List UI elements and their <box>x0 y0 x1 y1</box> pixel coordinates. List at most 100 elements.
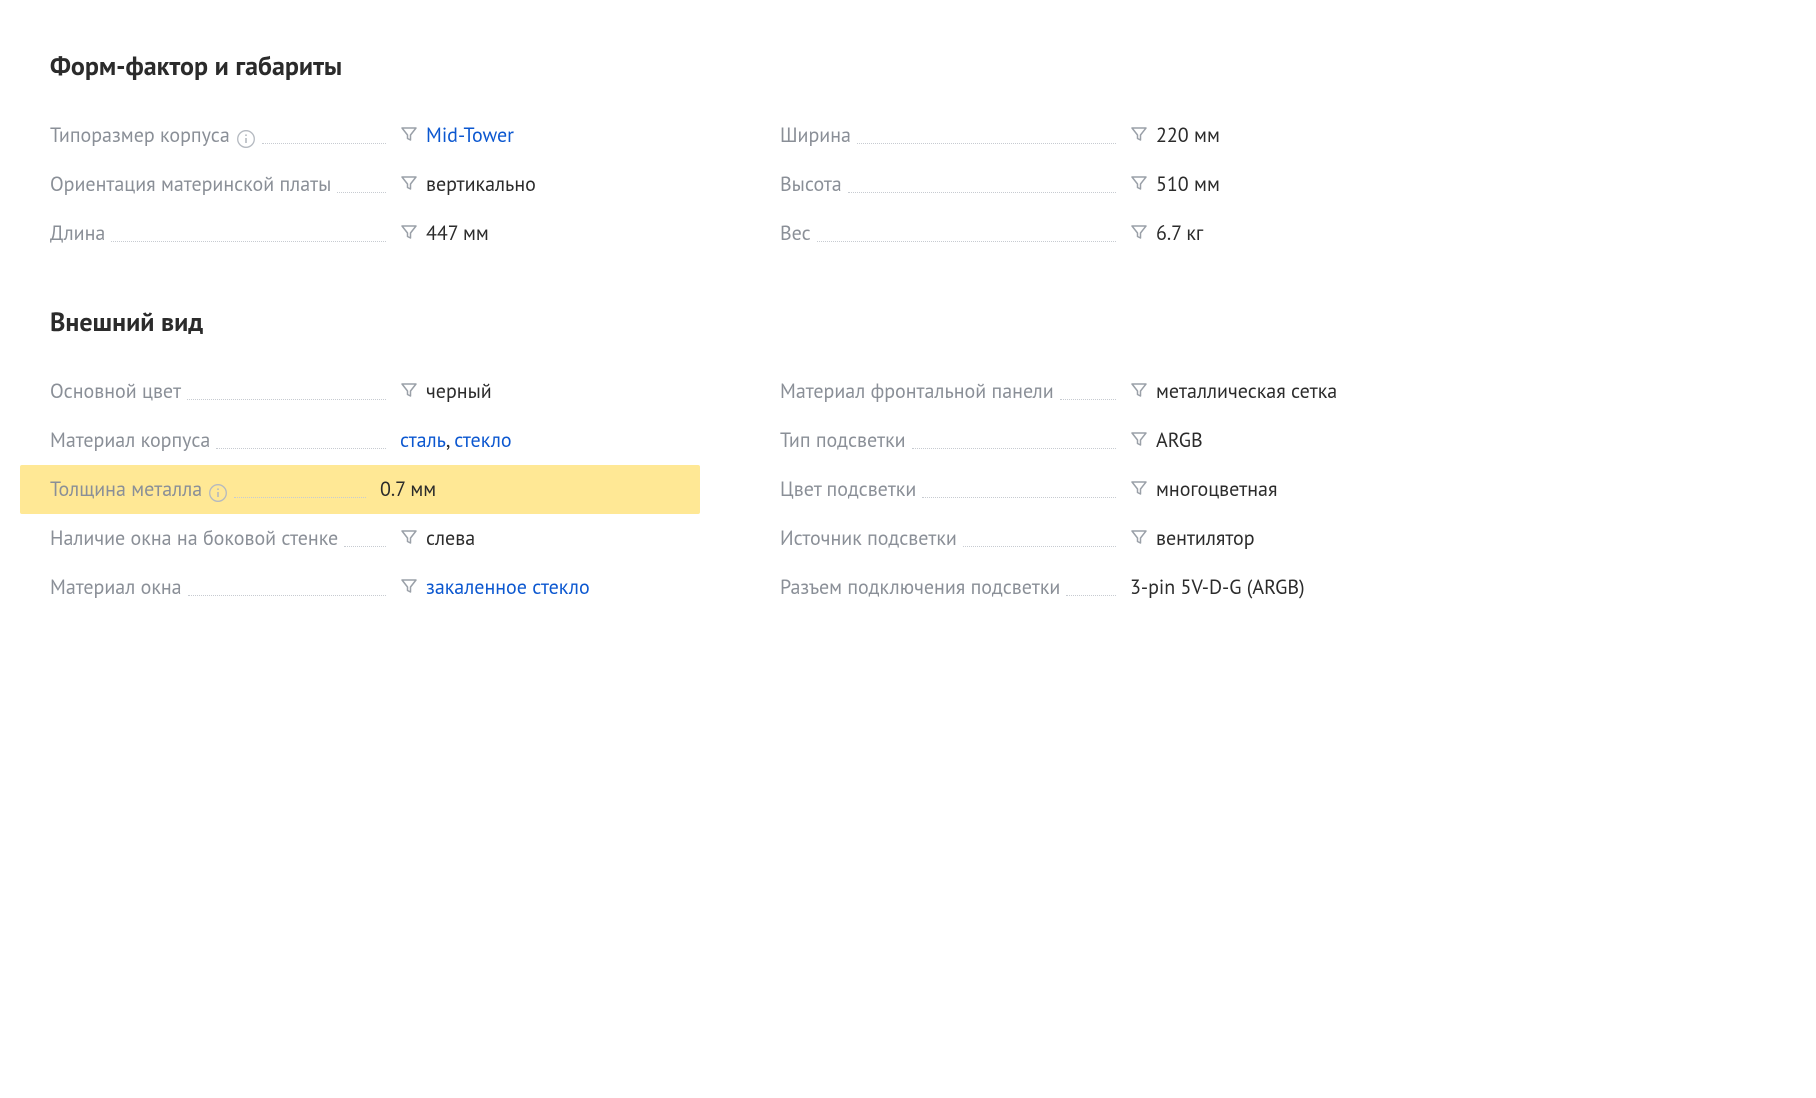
spec-row: Тип подсветки ARGB <box>780 416 1430 465</box>
filter-icon[interactable] <box>1130 174 1148 192</box>
section-title: Форм-фактор и габариты <box>50 50 1766 83</box>
spec-label-wrap: Наличие окна на боковой стенке <box>50 524 400 553</box>
spec-label-wrap: Материал окна <box>50 573 400 602</box>
spec-columns: Основной цвет черный Материал корпуса сталь… <box>50 367 1766 612</box>
spec-value-plain: 0.7 мм <box>380 476 436 502</box>
spec-value-plain: 510 мм <box>1156 171 1220 197</box>
filter-icon[interactable] <box>1130 528 1148 546</box>
spec-value-text: многоцветная <box>1156 475 1277 504</box>
spec-value: 220 мм <box>1130 121 1430 150</box>
spec-dots <box>1066 595 1116 596</box>
spec-label: Наличие окна на боковой стенке <box>50 524 338 553</box>
filter-icon[interactable] <box>400 125 418 143</box>
spec-value: сталь, стекло <box>400 426 700 455</box>
spec-row: Наличие окна на боковой стенке слева <box>50 514 700 563</box>
spec-label-wrap: Типоразмер корпуса <box>50 121 400 150</box>
spec-value: вентилятор <box>1130 524 1430 553</box>
spec-value-text: слева <box>426 524 475 553</box>
spec-value-plain: металлическая сетка <box>1156 378 1337 404</box>
spec-value: 6.7 кг <box>1130 219 1430 248</box>
spec-label: Вес <box>780 219 811 248</box>
spec-value-plain: черный <box>426 378 492 404</box>
spec-value-text: 3-pin 5V-D-G (ARGB) <box>1130 573 1305 602</box>
spec-row: Основной цвет черный <box>50 367 700 416</box>
spec-value: черный <box>400 377 700 406</box>
spec-value-link[interactable]: Mid-Tower <box>426 122 514 148</box>
spec-label-wrap: Длина <box>50 219 400 248</box>
spec-label: Цвет подсветки <box>780 475 916 504</box>
spec-label: Толщина металла <box>50 475 202 504</box>
spec-label: Разъем подключения подсветки <box>780 573 1060 602</box>
spec-label-wrap: Высота <box>780 170 1130 199</box>
filter-icon[interactable] <box>1130 381 1148 399</box>
info-icon[interactable] <box>236 129 256 149</box>
spec-value-text: вентилятор <box>1156 524 1255 553</box>
info-icon[interactable] <box>208 483 228 503</box>
spec-value-plain: вертикально <box>426 171 536 197</box>
spec-dots <box>337 192 386 193</box>
spec-value-text: закаленное стекло <box>426 573 590 602</box>
spec-label-wrap: Вес <box>780 219 1130 248</box>
spec-label: Материал фронтальной панели <box>780 377 1054 406</box>
filter-icon[interactable] <box>400 381 418 399</box>
spec-value-text: 510 мм <box>1156 170 1220 199</box>
section-title: Внешний вид <box>50 306 1766 339</box>
spec-value-text: Mid-Tower <box>426 121 514 150</box>
spec-label: Материал окна <box>50 573 182 602</box>
filter-icon[interactable] <box>400 577 418 595</box>
spec-value-text: сталь, стекло <box>400 426 512 455</box>
filter-icon[interactable] <box>1130 430 1148 448</box>
spec-label-wrap: Ширина <box>780 121 1130 150</box>
spec-value-link[interactable]: сталь <box>400 427 446 453</box>
spec-dots <box>111 241 386 242</box>
spec-value-plain: 447 мм <box>426 220 489 246</box>
spec-label: Материал корпуса <box>50 426 210 455</box>
spec-dots <box>857 143 1116 144</box>
spec-dots <box>922 497 1116 498</box>
spec-column-right: Материал фронтальной панели металлическая… <box>780 367 1430 612</box>
spec-value-link[interactable]: стекло <box>454 427 511 453</box>
spec-value-text: металлическая сетка <box>1156 377 1337 406</box>
spec-value: ARGB <box>1130 426 1430 455</box>
spec-column-left: Типоразмер корпуса Mid-Tower Ориентация ма… <box>50 111 700 258</box>
spec-value: закаленное стекло <box>400 573 700 602</box>
spec-row: Вес 6.7 кг <box>780 209 1430 258</box>
spec-label-wrap: Ориентация материнской платы <box>50 170 400 199</box>
spec-value-text: ARGB <box>1156 426 1203 455</box>
spec-value-text: 447 мм <box>426 219 489 248</box>
spec-label-wrap: Основной цвет <box>50 377 400 406</box>
spec-value-plain: 3-pin 5V-D-G (ARGB) <box>1130 574 1305 600</box>
spec-value-plain: 220 мм <box>1156 122 1220 148</box>
spec-label-wrap: Материал корпуса <box>50 426 400 455</box>
spec-dots <box>188 595 386 596</box>
filter-icon[interactable] <box>400 528 418 546</box>
spec-label-wrap: Источник подсветки <box>780 524 1130 553</box>
spec-row: Цвет подсветки многоцветная <box>780 465 1430 514</box>
spec-value: слева <box>400 524 700 553</box>
filter-icon[interactable] <box>1130 479 1148 497</box>
spec-value-text: 0.7 мм <box>380 475 436 504</box>
filter-icon[interactable] <box>1130 125 1148 143</box>
spec-value: Mid-Tower <box>400 121 700 150</box>
spec-dots <box>912 448 1116 449</box>
filter-icon[interactable] <box>1130 223 1148 241</box>
spec-dots <box>344 546 386 547</box>
spec-value-link[interactable]: закаленное стекло <box>426 574 590 600</box>
spec-value-plain: 6.7 кг <box>1156 220 1203 246</box>
spec-row: Высота 510 мм <box>780 160 1430 209</box>
spec-row: Длина 447 мм <box>50 209 700 258</box>
spec-label: Ширина <box>780 121 851 150</box>
spec-dots <box>848 192 1116 193</box>
spec-label: Основной цвет <box>50 377 181 406</box>
spec-value-plain: ARGB <box>1156 427 1203 453</box>
spec-row: Источник подсветки вентилятор <box>780 514 1430 563</box>
spec-label: Ориентация материнской платы <box>50 170 331 199</box>
spec-dots <box>234 497 366 498</box>
spec-column-right: Ширина 220 мм Высота 510 мм Вес 6.7 кг <box>780 111 1430 258</box>
filter-icon[interactable] <box>400 174 418 192</box>
spec-dots <box>817 241 1116 242</box>
spec-label: Тип подсветки <box>780 426 906 455</box>
spec-value: 0.7 мм <box>380 475 680 504</box>
spec-value: 447 мм <box>400 219 700 248</box>
filter-icon[interactable] <box>400 223 418 241</box>
